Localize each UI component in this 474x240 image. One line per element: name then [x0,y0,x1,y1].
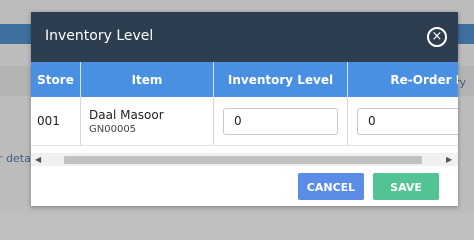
modal-header: Inventory Level × [31,12,458,62]
item-code: GN00005 [89,123,137,135]
store-cell: 001 [31,97,81,146]
close-icon[interactable]: × [427,27,447,47]
inventory-table-container: Store Item Inventory Level Re-Order Leve… [31,62,458,152]
column-header-item: Item [80,62,214,97]
table-header-row: Store Item Inventory Level Re-Order Leve… [31,62,458,97]
cancel-button[interactable]: CANCEL [298,173,364,200]
inventory-level-cell [213,97,348,146]
column-header-inventory-level: Inventory Level [213,62,348,97]
table-row: 001 Daal Masoor GN00005 [31,97,458,146]
scroll-right-icon[interactable]: ▶ [446,155,452,164]
inventory-level-input[interactable] [223,107,338,135]
reorder-level-input[interactable] [357,107,458,135]
item-name: Daal Masoor [89,107,164,122]
inventory-level-modal: Inventory Level × Store Item Inventory L… [31,12,458,206]
inventory-table: Store Item Inventory Level Re-Order Leve… [31,62,458,146]
item-cell: Daal Masoor GN00005 [80,97,214,146]
modal-title: Inventory Level [45,28,154,44]
column-header-store: Store [31,62,81,97]
scrollbar-thumb[interactable] [64,156,422,164]
save-button[interactable]: SAVE [373,173,439,200]
scroll-left-icon[interactable]: ◀ [35,155,41,164]
reorder-level-cell [347,97,458,146]
horizontal-scrollbar[interactable]: ◀ ▶ [31,153,458,166]
column-header-reorder-level: Re-Order Level [347,62,458,97]
background-link-text: r deta [0,152,31,165]
